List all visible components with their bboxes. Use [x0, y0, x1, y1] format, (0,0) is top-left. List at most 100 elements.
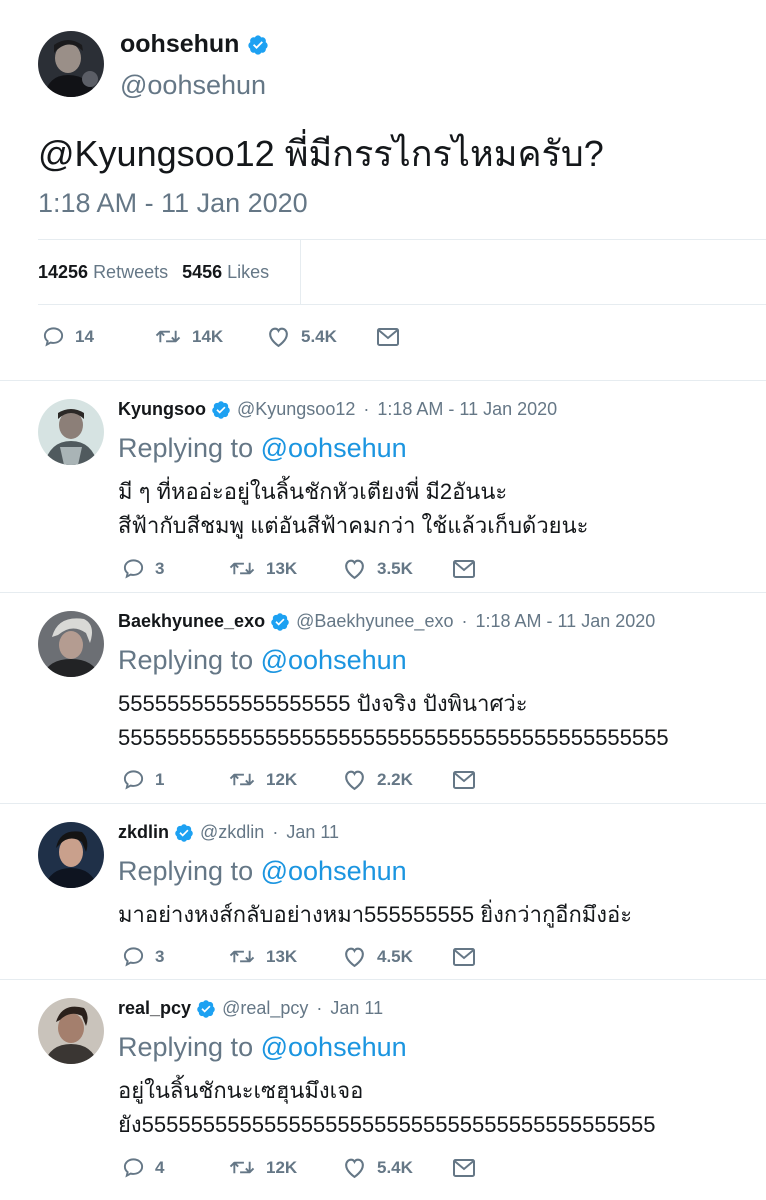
- reply-icon: [123, 559, 144, 579]
- verified-badge-icon: [174, 823, 194, 843]
- reply-author-handle[interactable]: @real_pcy: [222, 998, 308, 1019]
- replying-to: Replying to @oohsehun: [118, 433, 407, 464]
- replying-to-mention[interactable]: @oohsehun: [261, 856, 407, 886]
- retweet-count: 14K: [192, 326, 224, 346]
- separator-dot: ·: [461, 611, 468, 631]
- replying-to-label: Replying to: [118, 856, 254, 886]
- like-button[interactable]: 5.4K: [266, 325, 376, 348]
- retweet-count: 12K: [266, 1157, 298, 1177]
- verified-badge-icon: [196, 999, 216, 1019]
- reply-header: Baekhyunee_exo @Baekhyunee_exo · 1:18 AM…: [118, 611, 655, 632]
- reply-tweet: Kyungsoo @Kyungsoo12 · 1:18 AM - 11 Jan …: [0, 380, 766, 592]
- reply-time[interactable]: 1:18 AM - 11 Jan 2020: [475, 611, 655, 632]
- avatar-oohsehun[interactable]: [38, 31, 104, 97]
- tweet-stats: 14256 Retweets 5456 Likes: [38, 240, 766, 304]
- retweets-label: Retweets: [93, 261, 169, 282]
- reply-author-handle[interactable]: @zkdlin: [200, 822, 264, 843]
- envelope-icon: [453, 770, 475, 789]
- verified-badge-icon: [270, 612, 290, 632]
- retweet-button[interactable]: 12K: [228, 768, 342, 791]
- reply-tweet: zkdlin @zkdlin · Jan 11 Replying to @ooh…: [0, 803, 766, 979]
- reply-text-line: ยัง5555555555555555555555555555555555555…: [118, 1112, 656, 1137]
- retweet-icon: [229, 1161, 255, 1174]
- reply-actions: 3 13K 4.5K: [122, 945, 476, 968]
- like-button[interactable]: 4.5K: [342, 945, 452, 968]
- retweet-icon: [155, 330, 181, 343]
- avatar-baekhyunee-exo[interactable]: [38, 611, 104, 677]
- heart-icon: [345, 559, 364, 580]
- envelope-icon: [377, 327, 399, 346]
- reply-button[interactable]: 3: [122, 945, 228, 968]
- replying-to-mention[interactable]: @oohsehun: [261, 1032, 407, 1062]
- likes-stat[interactable]: 5456 Likes: [182, 262, 269, 283]
- like-button[interactable]: 3.5K: [342, 557, 452, 580]
- reply-header: zkdlin @zkdlin · Jan 11: [118, 822, 339, 843]
- envelope-icon: [453, 947, 475, 966]
- avatar-zkdlin[interactable]: [38, 822, 104, 888]
- verified-badge-icon: [211, 400, 231, 420]
- reply-author-name[interactable]: zkdlin: [118, 822, 169, 843]
- retweets-stat[interactable]: 14256 Retweets: [38, 262, 168, 283]
- reply-text-line: มาอย่างหงส์กลับอย่างหมา555555555 ยิ่งกว่…: [118, 902, 633, 927]
- reply-author-handle[interactable]: @Kyungsoo12: [237, 399, 355, 420]
- reply-text: มาอย่างหงส์กลับอย่างหมา555555555 ยิ่งกว่…: [118, 898, 632, 932]
- reply-button[interactable]: 4: [122, 1156, 228, 1179]
- replying-to-label: Replying to: [118, 433, 254, 463]
- reply-icon: [123, 1158, 144, 1178]
- author-handle[interactable]: @oohsehun: [120, 70, 266, 101]
- replying-to-label: Replying to: [118, 645, 254, 675]
- retweet-button[interactable]: 13K: [228, 945, 342, 968]
- reply-time[interactable]: 1:18 AM - 11 Jan 2020: [377, 399, 557, 420]
- likes-label: Likes: [227, 261, 270, 282]
- tweet-text: @Kyungsoo12 พี่มีกรรไกรไหมครับ?: [38, 133, 604, 174]
- replying-to-label: Replying to: [118, 1032, 254, 1062]
- tweet-timestamp[interactable]: 1:18 AM - 11 Jan 2020: [38, 188, 308, 219]
- author-name-text[interactable]: oohsehun: [120, 30, 239, 59]
- reply-count: 14: [75, 326, 94, 346]
- like-button[interactable]: 5.4K: [342, 1156, 452, 1179]
- direct-message-button[interactable]: [452, 558, 476, 580]
- reply-button[interactable]: 3: [122, 557, 228, 580]
- reply-author-name[interactable]: real_pcy: [118, 998, 191, 1019]
- like-count: 5.4K: [301, 326, 337, 346]
- like-count: 3.5K: [377, 558, 413, 578]
- reply-button[interactable]: 14: [42, 325, 154, 348]
- like-button[interactable]: 2.2K: [342, 768, 452, 791]
- replying-to-mention[interactable]: @oohsehun: [261, 433, 407, 463]
- reply-count: 3: [155, 946, 165, 966]
- reply-author-name[interactable]: Baekhyunee_exo: [118, 611, 265, 632]
- direct-message-button[interactable]: [452, 769, 476, 791]
- reply-text-line: 5555555555555555555 ปังจริง ปังพินาศว่ะ: [118, 691, 528, 716]
- reply-author-handle[interactable]: @Baekhyunee_exo: [296, 611, 453, 632]
- reply-text-line: อยู่ในลิ้นชักนะเซฮุนมึงเจอ: [118, 1078, 364, 1103]
- reply-button[interactable]: 1: [122, 768, 228, 791]
- retweet-icon: [229, 773, 255, 786]
- avatar-kyungsoo[interactable]: [38, 399, 104, 465]
- avatar-real-pcy[interactable]: [38, 998, 104, 1064]
- likes-count: 5456: [182, 261, 223, 282]
- reply-text-line: มี ๆ ที่หออ่ะอยู่ในลิ้นชักหัวเตียงพี่ มี…: [118, 479, 508, 504]
- reply-count: 3: [155, 558, 165, 578]
- retweet-count: 12K: [266, 769, 298, 789]
- retweet-icon: [229, 562, 255, 575]
- reply-text: อยู่ในลิ้นชักนะเซฮุนมึงเจอ ยัง5555555555…: [118, 1074, 656, 1142]
- like-count: 2.2K: [377, 769, 413, 789]
- direct-message-button[interactable]: [452, 946, 476, 968]
- author-name[interactable]: oohsehun: [120, 30, 269, 59]
- reply-tweet: real_pcy @real_pcy · Jan 11 Replying to …: [0, 979, 766, 1200]
- separator-dot: ·: [363, 399, 370, 419]
- retweet-icon: [229, 950, 255, 963]
- heart-icon: [345, 947, 364, 968]
- retweet-button[interactable]: 13K: [228, 557, 342, 580]
- retweet-button[interactable]: 14K: [154, 325, 266, 348]
- reply-time[interactable]: Jan 11: [286, 822, 339, 843]
- replying-to-mention[interactable]: @oohsehun: [261, 645, 407, 675]
- reply-author-name[interactable]: Kyungsoo: [118, 399, 206, 420]
- retweet-button[interactable]: 12K: [228, 1156, 342, 1179]
- stats-separator: [300, 240, 301, 304]
- tweet-actions: 14 14K 5.4K: [42, 325, 400, 348]
- like-count: 4.5K: [377, 946, 413, 966]
- direct-message-button[interactable]: [452, 1157, 476, 1179]
- direct-message-button[interactable]: [376, 326, 400, 348]
- reply-time[interactable]: Jan 11: [330, 998, 383, 1019]
